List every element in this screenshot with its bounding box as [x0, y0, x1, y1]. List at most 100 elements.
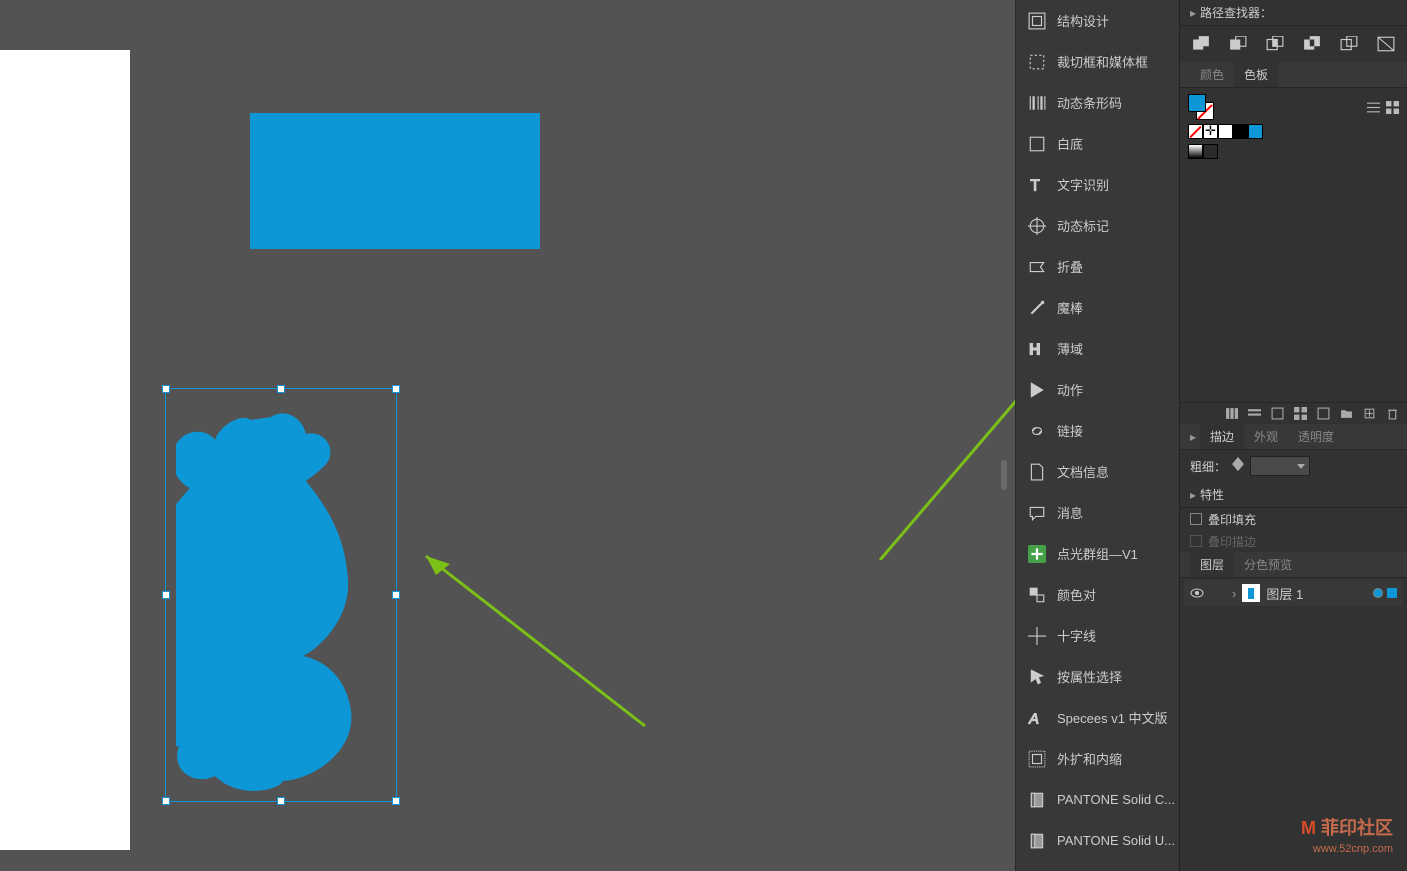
tab-separations[interactable]: 分色预览 — [1234, 552, 1302, 577]
trash-icon[interactable] — [1386, 407, 1399, 420]
panel-actions[interactable]: 动作 — [1016, 369, 1179, 410]
swatch-blue[interactable] — [1248, 124, 1263, 139]
handle-tl[interactable] — [162, 385, 170, 393]
pf-divide-icon[interactable] — [1340, 36, 1358, 52]
cursor-icon — [1028, 668, 1046, 686]
panel-whitebg[interactable]: 白底 — [1016, 123, 1179, 164]
expand-icon — [1028, 750, 1046, 768]
collapse-icon[interactable]: ▸ — [1190, 430, 1200, 444]
new-color-icon[interactable] — [1317, 407, 1330, 420]
group-icon[interactable] — [1294, 407, 1307, 420]
panel-ocr[interactable]: T文字识别 — [1016, 164, 1179, 205]
tab-stroke[interactable]: 描边 — [1200, 424, 1244, 449]
checkbox[interactable] — [1190, 513, 1202, 525]
tab-layers[interactable]: 图层 — [1190, 552, 1234, 577]
panel-thin[interactable]: H薄域 — [1016, 328, 1179, 369]
swatches-toolbar — [1180, 402, 1407, 424]
svg-text:T: T — [1030, 177, 1040, 193]
panel-links[interactable]: 链接 — [1016, 410, 1179, 451]
handle-bm[interactable] — [277, 797, 285, 805]
panel-barcode[interactable]: 动态条形码 — [1016, 82, 1179, 123]
fill-stroke-indicator[interactable] — [1188, 94, 1214, 120]
right-panels: ▸ 路径查找器： 颜色 色板 — [1179, 0, 1407, 871]
chat-icon — [1028, 504, 1046, 522]
collapse-icon[interactable]: ▸ — [1190, 488, 1200, 502]
panel-wand[interactable]: 魔棒 — [1016, 287, 1179, 328]
tab-color[interactable]: 颜色 — [1190, 62, 1234, 87]
watermark: M 菲印社区 www.52cnp.com — [1301, 816, 1393, 857]
panel-docinfo[interactable]: 文档信息 — [1016, 451, 1179, 492]
overprint-stroke-label: 叠印描边 — [1208, 533, 1256, 550]
collapse-icon[interactable]: ▸ — [1190, 6, 1200, 20]
pathfinder-title: 路径查找器： — [1200, 4, 1272, 21]
panel-item-label: 十字线 — [1057, 626, 1096, 645]
stepper-icon[interactable] — [1232, 457, 1244, 475]
panel-item-label: 按属性选择 — [1057, 667, 1122, 686]
panel-fold[interactable]: 折叠 — [1016, 246, 1179, 287]
panel-pantone-c[interactable]: PANTONE Solid C... — [1016, 779, 1179, 820]
swatch-white[interactable] — [1218, 124, 1233, 139]
stroke-weight-input[interactable] — [1250, 456, 1310, 476]
panel-dynmark[interactable]: 动态标记 — [1016, 205, 1179, 246]
pf-trim-icon[interactable] — [1377, 36, 1395, 52]
panel-grip[interactable] — [1001, 460, 1007, 490]
panel-list: 结构设计 裁切框和媒体框 动态条形码 白底 T文字识别 动态标记 折叠 魔棒 H… — [1015, 0, 1179, 871]
handle-mr[interactable] — [392, 591, 400, 599]
panel-pantone-u[interactable]: PANTONE Solid U... — [1016, 820, 1179, 861]
list-view-icon[interactable] — [1367, 101, 1380, 114]
artboard — [0, 50, 130, 850]
panel-structure-design[interactable]: 结构设计 — [1016, 0, 1179, 41]
selection-bounds[interactable] — [165, 388, 397, 802]
menu-icon[interactable] — [1248, 407, 1261, 420]
layer-name[interactable]: 图层 1 — [1266, 584, 1303, 603]
handle-tr[interactable] — [392, 385, 400, 393]
layer-row[interactable]: › 图层 1 — [1184, 580, 1403, 606]
panel-lightgroup[interactable]: 点光群组—V1 — [1016, 533, 1179, 574]
panel-item-label: Specees v1 中文版 — [1057, 708, 1168, 727]
pf-minus-icon[interactable] — [1229, 36, 1247, 52]
panel-expand[interactable]: 外扩和内缩 — [1016, 738, 1179, 779]
panel-item-label: 消息 — [1057, 503, 1083, 522]
tab-transparency[interactable]: 透明度 — [1288, 424, 1344, 449]
panel-selectby[interactable]: 按属性选择 — [1016, 656, 1179, 697]
panel-colorpair[interactable]: 颜色对 — [1016, 574, 1179, 615]
swatch-opts-icon[interactable] — [1271, 407, 1284, 420]
layer-selected-indicator — [1387, 588, 1397, 598]
swatch-darkgray[interactable] — [1203, 144, 1218, 159]
properties-header[interactable]: ▸ 特性 — [1180, 482, 1407, 508]
pf-exclude-icon[interactable] — [1303, 36, 1321, 52]
visibility-icon[interactable] — [1190, 586, 1204, 600]
tab-swatches[interactable]: 色板 — [1234, 62, 1278, 87]
panel-crosshair[interactable]: 十字线 — [1016, 615, 1179, 656]
handle-ml[interactable] — [162, 591, 170, 599]
pf-intersect-icon[interactable] — [1266, 36, 1284, 52]
overprint-fill-row[interactable]: 叠印填充 — [1190, 508, 1397, 530]
expand-layer-icon[interactable]: › — [1232, 586, 1236, 601]
new-swatch-icon[interactable] — [1363, 407, 1376, 420]
blue-rectangle-shape — [250, 113, 540, 249]
handle-br[interactable] — [392, 797, 400, 805]
tab-appearance[interactable]: 外观 — [1244, 424, 1288, 449]
grid-view-icon[interactable] — [1386, 101, 1399, 114]
panel-item-label: PANTONE Solid U... — [1057, 833, 1175, 848]
handle-bl[interactable] — [162, 797, 170, 805]
wand-icon — [1028, 299, 1046, 317]
handle-tm[interactable] — [277, 385, 285, 393]
checkbox — [1190, 535, 1202, 547]
swatch-gradient[interactable] — [1188, 144, 1203, 159]
panel-message[interactable]: 消息 — [1016, 492, 1179, 533]
h-icon: H — [1028, 340, 1046, 358]
swatch-registration[interactable] — [1203, 124, 1218, 139]
swatch-black[interactable] — [1233, 124, 1248, 139]
pathfinder-header[interactable]: ▸ 路径查找器： — [1180, 0, 1407, 26]
blue-bunny-shape[interactable] — [176, 409, 388, 793]
fill-swatch[interactable] — [1188, 94, 1206, 112]
folder-icon[interactable] — [1340, 407, 1353, 420]
pf-unite-icon[interactable] — [1192, 36, 1210, 52]
panel-specees[interactable]: ASpecees v1 中文版 — [1016, 697, 1179, 738]
swatch-none[interactable] — [1188, 124, 1203, 139]
layer-target-icon[interactable] — [1373, 588, 1383, 598]
book-icon — [1028, 791, 1046, 809]
panel-crop-media[interactable]: 裁切框和媒体框 — [1016, 41, 1179, 82]
library-icon[interactable] — [1225, 407, 1238, 420]
